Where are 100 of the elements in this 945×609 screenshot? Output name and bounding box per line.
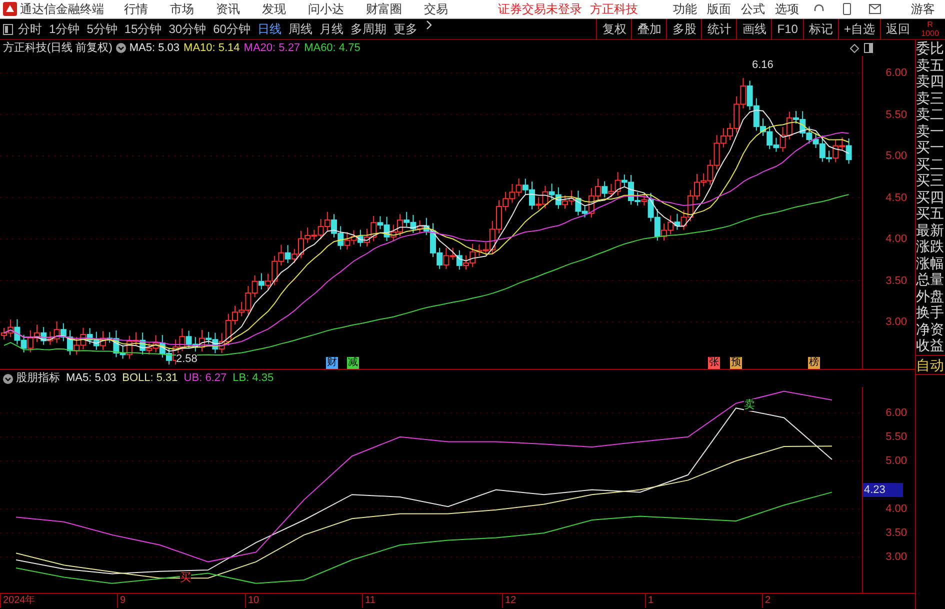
- period-tab[interactable]: 15分钟: [124, 20, 162, 38]
- sell-signal-label: 卖: [744, 399, 755, 411]
- menu-item[interactable]: 行情: [124, 0, 148, 18]
- axis-label: 4.00: [886, 233, 907, 245]
- toolbar-button[interactable]: 标记: [802, 19, 838, 39]
- signal-marker: 榜: [808, 357, 820, 369]
- axis-label: 4.50: [886, 192, 907, 204]
- toolbar-button[interactable]: 叠加: [631, 19, 666, 39]
- signal-marker: 预: [730, 357, 742, 369]
- legend-value: MA20: 5.27: [244, 40, 300, 56]
- menu-item[interactable]: 发现: [262, 0, 286, 18]
- high-price-label: 6.16: [752, 59, 774, 71]
- axis-label: 3.00: [886, 550, 907, 563]
- menu-item[interactable]: 市场: [170, 0, 194, 18]
- corner-label: 1000: [921, 29, 939, 38]
- buy-signal-label: 买: [180, 572, 191, 584]
- period-tab[interactable]: 多周期: [350, 20, 386, 38]
- current-value-label: 4.23: [863, 483, 903, 497]
- period-tab[interactable]: 更多: [393, 20, 418, 38]
- date-label: 12: [505, 595, 516, 607]
- auto-mode-button[interactable]: 自动: [916, 354, 945, 374]
- indicator-title: 股朋指标: [16, 371, 60, 386]
- quote-label: 外盘: [916, 288, 945, 304]
- legend-value: MA60: 4.75: [304, 40, 360, 56]
- phone-icon[interactable]: [843, 3, 851, 15]
- mail-icon[interactable]: [869, 4, 881, 14]
- low-price-label: 2.58: [176, 353, 198, 365]
- dropdown-icon[interactable]: [3, 374, 13, 384]
- date-label: 10: [248, 595, 260, 607]
- period-tab[interactable]: 60分钟: [213, 20, 250, 38]
- toolbar-button[interactable]: 复权: [596, 19, 632, 39]
- axis-label: 5.00: [886, 150, 907, 162]
- menu-item[interactable]: 版面: [707, 0, 731, 18]
- toolbar-button[interactable]: 画线: [736, 19, 772, 39]
- axis-label: 5.50: [886, 108, 907, 120]
- diamond-icon[interactable]: [850, 44, 859, 52]
- quote-label: 买一: [916, 139, 945, 156]
- period-tab[interactable]: 5分钟: [86, 20, 118, 38]
- axis-label: 5.50: [886, 430, 907, 443]
- menu-item[interactable]: 资讯: [216, 0, 240, 18]
- quote-label: 卖三: [916, 90, 945, 106]
- axis-label: 3.50: [886, 526, 907, 539]
- window-icon[interactable]: [864, 43, 873, 53]
- quote-label: 卖二: [916, 106, 945, 122]
- axis-label: 3.50: [886, 274, 907, 286]
- quote-label: 委比: [916, 40, 945, 56]
- menu-item[interactable]: 功能: [673, 0, 697, 18]
- menu-item[interactable]: 公式: [741, 0, 765, 18]
- toolbar-button[interactable]: 返回: [880, 19, 915, 39]
- axis-label: 6.00: [886, 406, 907, 419]
- period-tab[interactable]: 周线: [288, 20, 312, 38]
- period-tab[interactable]: 日线: [257, 20, 282, 38]
- date-label: 2024年: [3, 595, 36, 607]
- date-label: 2: [765, 595, 771, 607]
- login-notice[interactable]: 证券交易未登录: [498, 0, 582, 18]
- menu-item[interactable]: 选项: [775, 0, 799, 18]
- quote-label: 换手: [916, 304, 945, 320]
- legend-value: MA5: 5.03: [66, 371, 116, 386]
- menu-item[interactable]: 财富圈: [366, 0, 402, 18]
- toolbar-button[interactable]: 多股: [666, 19, 702, 39]
- period-tab[interactable]: 月线: [319, 20, 344, 38]
- quote-label: 总量: [916, 271, 945, 288]
- dropdown-icon[interactable]: [116, 43, 126, 53]
- period-tab[interactable]: 1分钟: [49, 20, 80, 38]
- corner-label: R: [927, 20, 933, 29]
- quote-label: 涨幅: [916, 254, 945, 271]
- legend-value: LB: 4.35: [232, 371, 274, 386]
- app-name: 通达信金融终端: [20, 1, 104, 18]
- signal-marker: 财: [326, 357, 338, 369]
- date-label: 11: [365, 595, 376, 607]
- legend-value: MA10: 5.14: [184, 40, 240, 56]
- quote-label: 最新: [916, 222, 945, 238]
- period-tab[interactable]: 分时: [18, 20, 42, 38]
- signal-marker: 减: [347, 357, 359, 369]
- panel-toggle-icon[interactable]: [3, 24, 13, 34]
- menu-item[interactable]: 问小达: [308, 0, 344, 18]
- quote-label: 买三: [916, 172, 945, 188]
- axis-label: 6.00: [886, 67, 907, 79]
- axis-label: 4.00: [886, 502, 907, 515]
- toolbar-button[interactable]: F10: [771, 19, 803, 39]
- quote-label: 卖四: [916, 73, 945, 90]
- toolbar-button[interactable]: +自选: [838, 19, 880, 39]
- axis-label: 3.00: [886, 316, 907, 328]
- toolbar-button[interactable]: 统计: [701, 19, 736, 39]
- menu-item[interactable]: 交易: [424, 0, 448, 18]
- period-tab[interactable]: 30分钟: [168, 20, 206, 38]
- stock-name: 方正科技: [590, 1, 638, 18]
- legend-value: BOLL: 5.31: [122, 371, 178, 386]
- quote-label: 买五: [916, 205, 945, 222]
- legend-value: MA5: 5.03: [129, 40, 180, 56]
- user-label[interactable]: 游客: [911, 0, 935, 18]
- date-label: 9: [120, 595, 126, 607]
- quote-label: 净资: [916, 320, 945, 337]
- legend-value: UB: 6.27: [184, 371, 227, 386]
- axis-label: 5.00: [886, 454, 907, 467]
- quote-label: 涨跌: [916, 238, 945, 254]
- chevron-icon[interactable]: [426, 20, 432, 30]
- date-label: 1: [648, 595, 654, 607]
- quote-label: 买四: [916, 188, 945, 205]
- quote-label: 卖五: [916, 56, 945, 73]
